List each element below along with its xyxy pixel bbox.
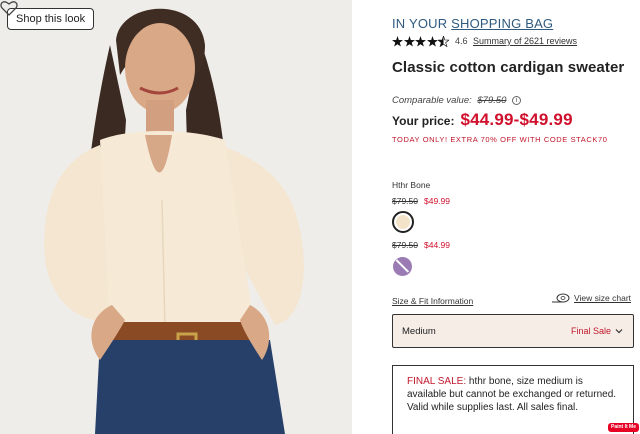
product-image: Shop this look: [0, 0, 352, 434]
price-row: Your price: $44.99-$49.99: [392, 110, 573, 130]
size-fit-link[interactable]: Size & Fit Information: [392, 296, 473, 306]
star-icon: [392, 35, 403, 47]
sale-price: $44.99: [424, 240, 450, 250]
comparable-value: Comparable value: $79.50 i: [392, 95, 522, 106]
swatch-fill: [396, 215, 410, 229]
final-sale-tag: Final Sale: [571, 326, 612, 336]
chevron-down-icon: [615, 329, 623, 334]
size-selected-value: Medium: [402, 326, 436, 337]
size-dropdown[interactable]: Medium Final Sale: [392, 314, 634, 348]
color-price-2: $79.50 $44.99: [392, 240, 450, 250]
unavailable-slash: [395, 259, 410, 273]
star-icon: [403, 35, 415, 47]
product-info-panel: IN YOUR SHOPPING BAG 4.6 Summary of 2621…: [392, 0, 640, 434]
shop-this-look-button[interactable]: Shop this look: [7, 8, 95, 30]
promo-banner: TODAY ONLY! EXTRA 70% OFF WITH CODE STAC…: [392, 135, 608, 144]
sale-price: $49.99: [424, 196, 450, 206]
star-icon: [415, 35, 426, 47]
view-size-chart-link[interactable]: View size chart: [552, 293, 631, 303]
shopping-bag-notice: IN YOUR SHOPPING BAG: [392, 16, 553, 31]
model-illustration: [0, 0, 352, 434]
view-size-chart-label: View size chart: [574, 293, 632, 303]
color-price-1: $79.50 $49.99: [392, 196, 450, 206]
comparable-label: Comparable value:: [392, 95, 472, 106]
old-price: $79.50: [392, 240, 418, 250]
rating-value: 4.6: [455, 36, 468, 46]
product-title: Classic cotton cardigan sweater: [392, 59, 625, 76]
color-swatch-unavailable[interactable]: [393, 257, 412, 276]
heart-icon[interactable]: [0, 0, 18, 16]
final-sale-notice: FINAL SALE: hthr bone, size medium is av…: [392, 365, 634, 434]
selected-color-name: Hthr Bone: [392, 180, 431, 190]
reviews-summary-link[interactable]: Summary of 2621 reviews: [473, 36, 577, 46]
pin-it-button[interactable]: Paint It Me: [608, 423, 640, 432]
price-range: $44.99-$49.99: [460, 110, 573, 129]
final-sale-label: FINAL SALE:: [407, 376, 467, 387]
your-price-label: Your price:: [392, 114, 455, 128]
shopping-bag-link[interactable]: SHOPPING BAG: [451, 16, 553, 31]
old-price: $79.50: [392, 196, 418, 206]
half-star-icon: [438, 35, 449, 47]
color-swatch-hthr-bone[interactable]: [392, 211, 414, 233]
star-icon: [426, 35, 438, 47]
info-icon[interactable]: i: [512, 95, 522, 105]
comparable-price: $79.50: [477, 95, 507, 106]
measuring-tape-icon: [552, 293, 570, 303]
bag-prefix: IN YOUR: [392, 16, 448, 31]
rating-stars: [392, 34, 450, 48]
